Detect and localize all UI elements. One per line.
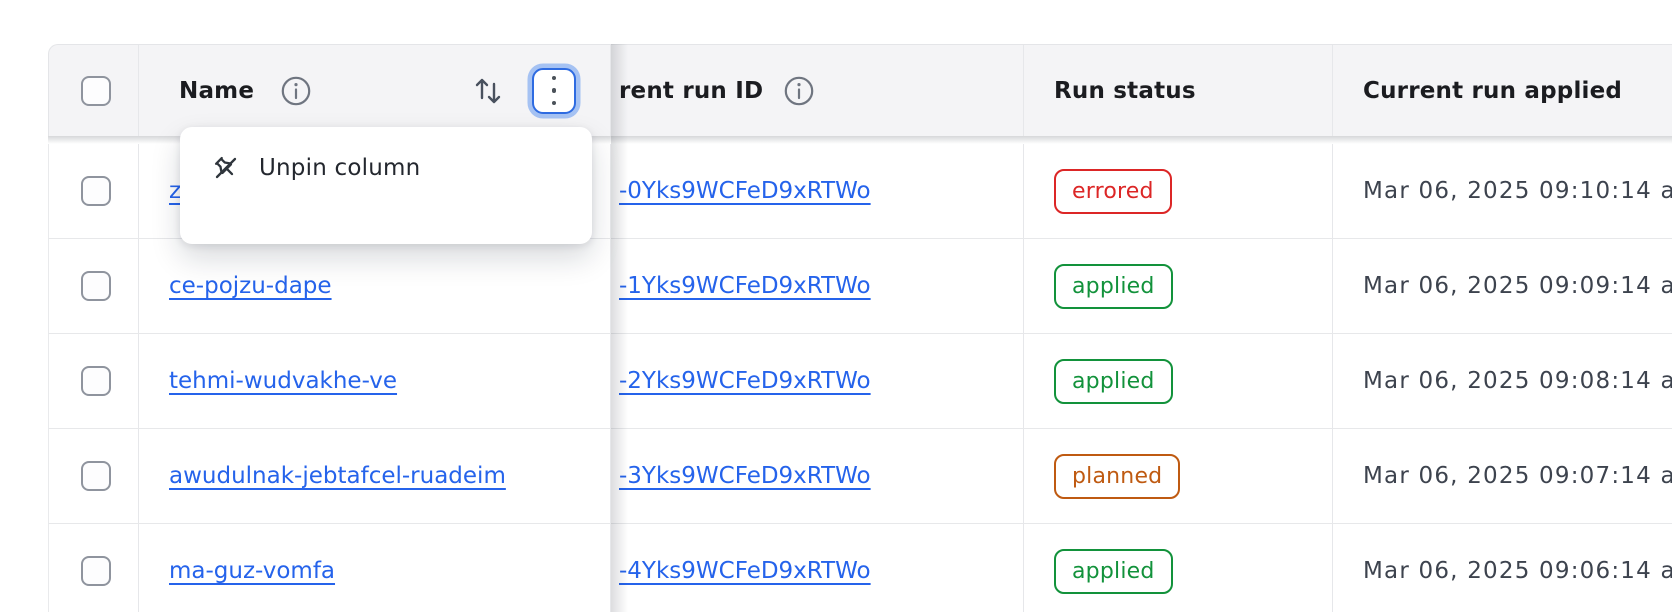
column-menu-popup: Unpin column: [180, 127, 592, 244]
menu-item-label: Unpin column: [259, 155, 420, 181]
sort-icon[interactable]: [472, 73, 504, 109]
column-menu-button[interactable]: [532, 68, 576, 114]
run-id-link[interactable]: -1Yks9WCFeD9xRTWo: [619, 273, 871, 299]
header-cell-name: Name: [139, 45, 611, 136]
kebab-icon: [552, 76, 557, 81]
row-checkbox[interactable]: [81, 461, 111, 491]
info-icon[interactable]: [280, 75, 312, 107]
select-all-checkbox[interactable]: [81, 76, 111, 106]
run-id-link[interactable]: -2Yks9WCFeD9xRTWo: [619, 368, 871, 394]
runs-table-viewport: Name: [0, 0, 1672, 612]
row-checkbox[interactable]: [81, 176, 111, 206]
applied-timestamp: Mar 06, 2025 09:06:14 am: [1363, 558, 1672, 584]
table-row: ma-guz-vomfa -4Yks9WCFeD9xRTWo applied M…: [48, 524, 1672, 612]
header-cell-select: [49, 45, 139, 136]
name-link[interactable]: tehmi-wudvakhe-ve: [169, 368, 397, 394]
status-badge: planned: [1054, 454, 1180, 499]
header-cell-current-run-id: rent run ID: [611, 45, 1024, 136]
applied-timestamp: Mar 06, 2025 09:09:14 am: [1363, 273, 1672, 299]
applied-timestamp: Mar 06, 2025 09:10:14 am: [1363, 178, 1672, 204]
header-cell-current-run-applied: Current run applied: [1333, 45, 1672, 136]
table-row: tehmi-wudvakhe-ve -2Yks9WCFeD9xRTWo appl…: [48, 334, 1672, 429]
applied-timestamp: Mar 06, 2025 09:08:14 am: [1363, 368, 1672, 394]
status-badge: applied: [1054, 549, 1173, 594]
menu-item-unpin-column[interactable]: Unpin column: [190, 139, 582, 197]
info-icon[interactable]: [783, 75, 815, 107]
column-header-run-id-label: rent run ID: [619, 78, 763, 104]
name-link[interactable]: ce-pojzu-dape: [169, 273, 332, 299]
name-link[interactable]: awudulnak-jebtafcel-ruadeim: [169, 463, 506, 489]
run-id-link[interactable]: -3Yks9WCFeD9xRTWo: [619, 463, 871, 489]
run-id-link[interactable]: -4Yks9WCFeD9xRTWo: [619, 558, 871, 584]
run-id-link[interactable]: -0Yks9WCFeD9xRTWo: [619, 178, 871, 204]
applied-timestamp: Mar 06, 2025 09:07:14 am: [1363, 463, 1672, 489]
column-header-name-label: Name: [179, 78, 254, 104]
table-row: awudulnak-jebtafcel-ruadeim -3Yks9WCFeD9…: [48, 429, 1672, 524]
row-checkbox[interactable]: [81, 271, 111, 301]
header-cell-run-status: Run status: [1024, 45, 1333, 136]
status-badge: applied: [1054, 264, 1173, 309]
status-badge: applied: [1054, 359, 1173, 404]
name-link[interactable]: ma-guz-vomfa: [169, 558, 335, 584]
column-header-current-run-applied-label: Current run applied: [1363, 78, 1622, 104]
row-checkbox[interactable]: [81, 366, 111, 396]
table-row: ce-pojzu-dape -1Yks9WCFeD9xRTWo applied …: [48, 239, 1672, 334]
column-header-run-status-label: Run status: [1054, 78, 1196, 104]
table-header-row: Name: [48, 44, 1672, 136]
status-badge: errored: [1054, 169, 1172, 214]
unpin-icon: [210, 152, 242, 184]
row-checkbox[interactable]: [81, 556, 111, 586]
